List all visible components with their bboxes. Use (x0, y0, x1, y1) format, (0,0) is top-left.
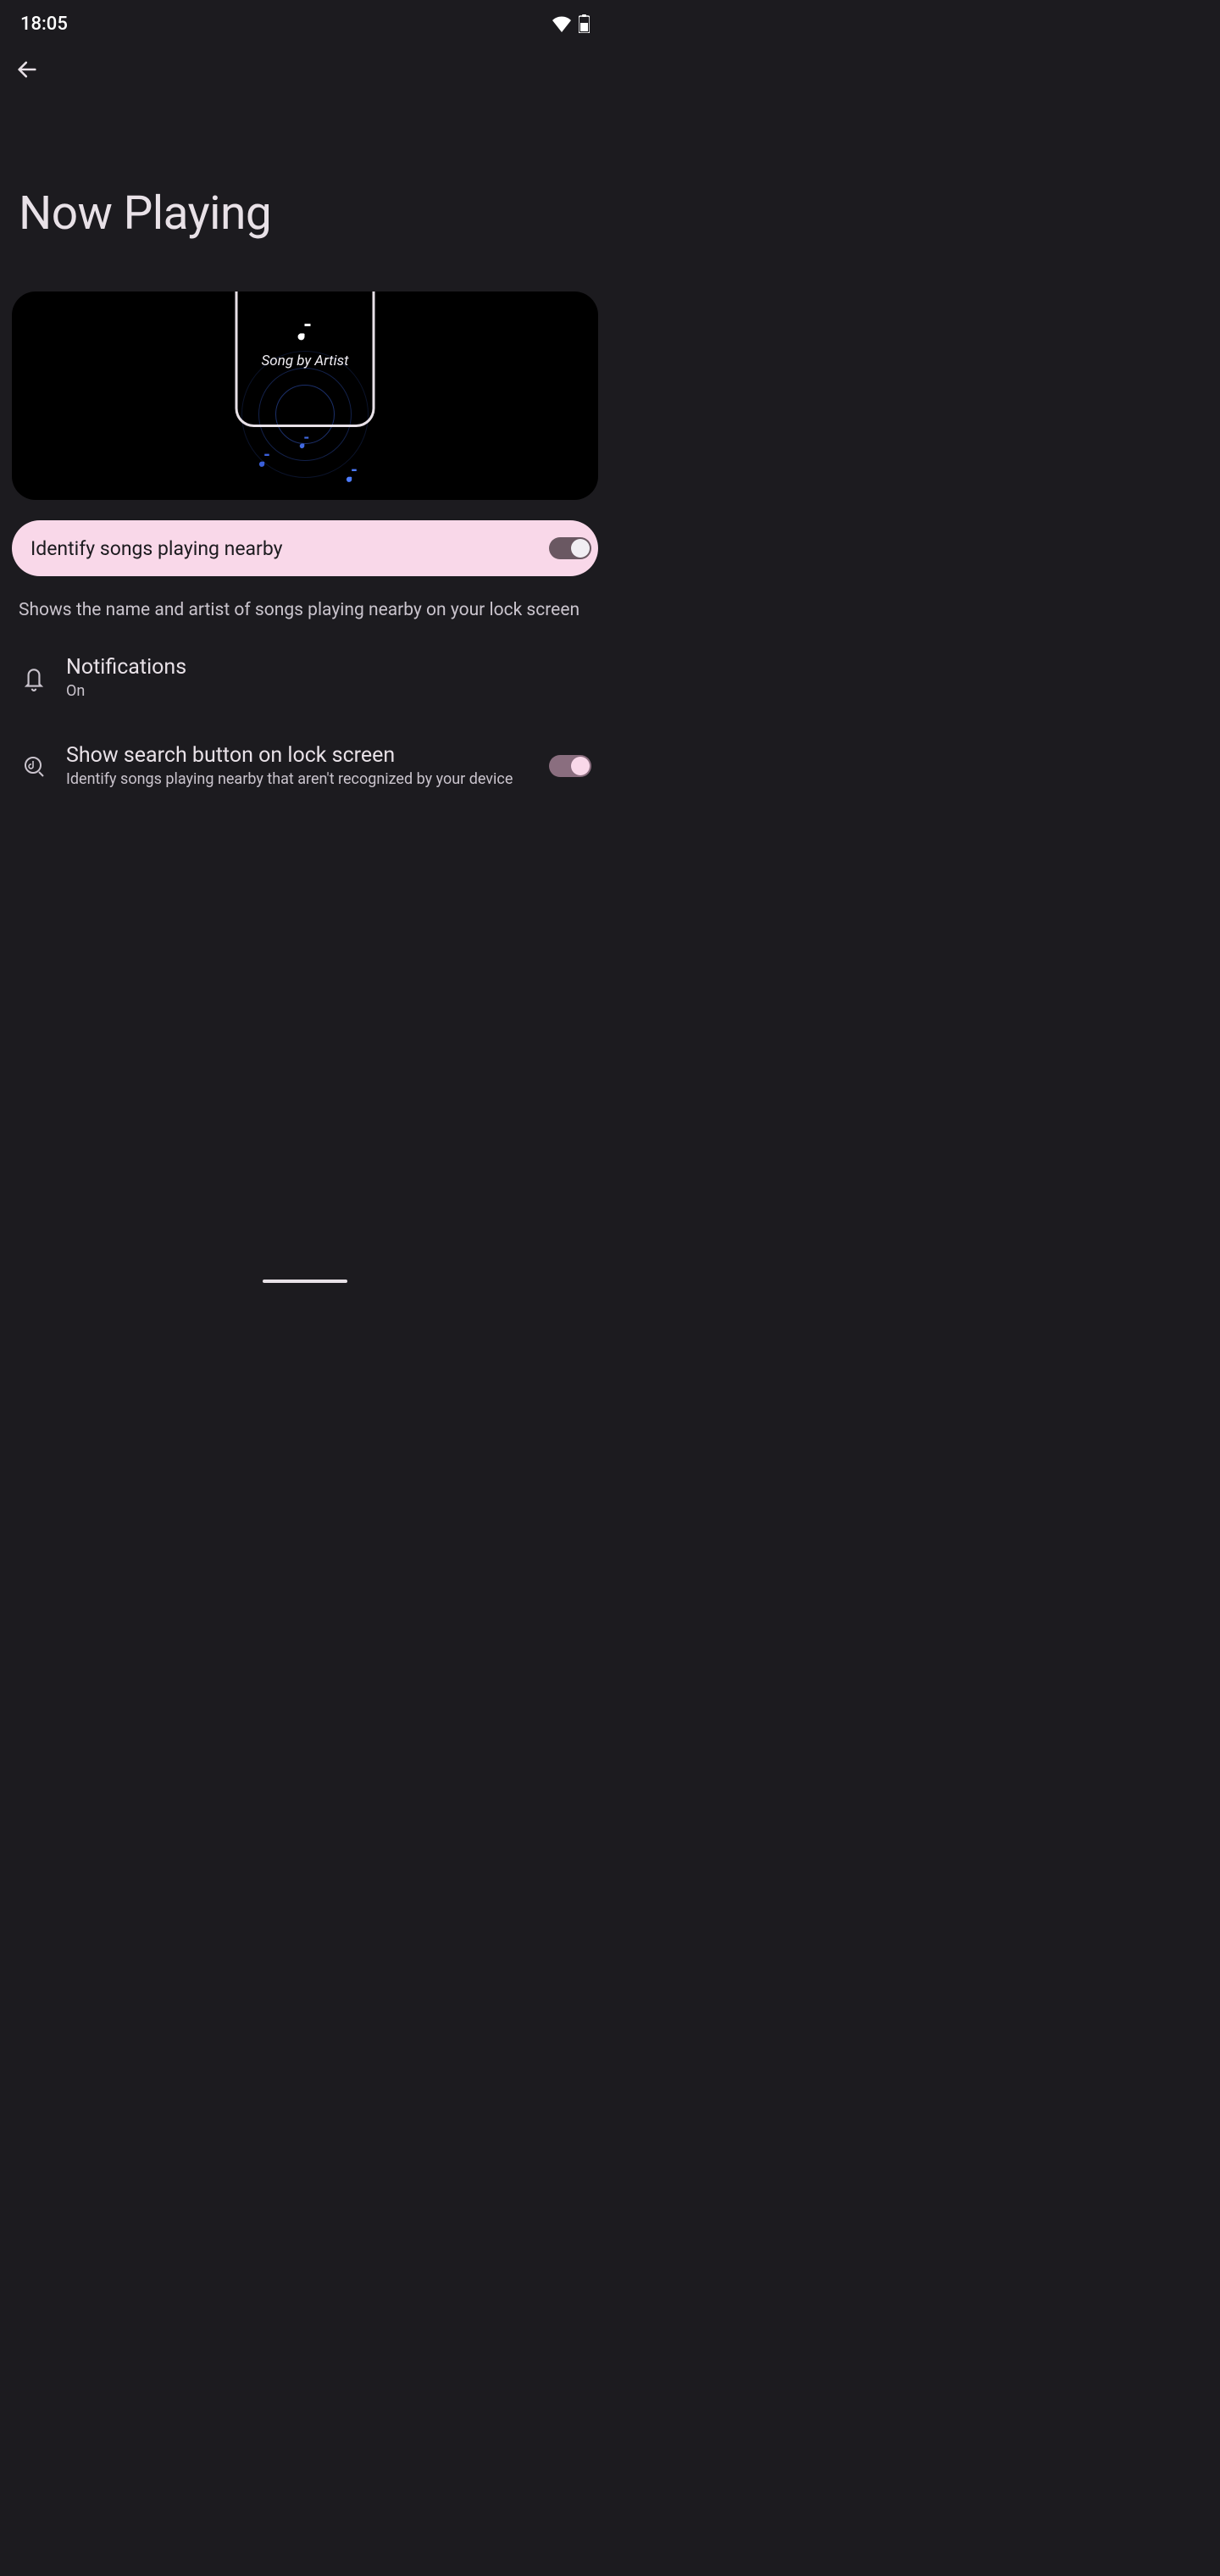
gesture-nav-bar[interactable] (263, 1280, 347, 1283)
show-search-button-title: Show search button on lock screen (66, 743, 532, 768)
show-search-button-switch[interactable] (549, 755, 591, 777)
identify-songs-switch[interactable] (549, 537, 591, 559)
music-note-icon (299, 436, 311, 453)
phone-outline: Song by Artist (236, 291, 375, 427)
status-bar: 18:05 (0, 0, 610, 41)
music-search-icon (19, 754, 49, 778)
bell-icon (19, 666, 49, 691)
show-search-button-subtitle: Identify songs playing nearby that aren'… (66, 769, 532, 790)
identify-songs-toggle-row[interactable]: Identify songs playing nearby (12, 520, 598, 576)
status-indicators (552, 14, 590, 33)
music-note-icon (258, 452, 272, 472)
wifi-icon (552, 15, 572, 32)
status-time: 18:05 (20, 14, 68, 35)
notifications-row[interactable]: Notifications On (0, 640, 610, 717)
notifications-title: Notifications (66, 655, 591, 680)
back-icon[interactable] (15, 69, 39, 85)
show-search-button-row[interactable]: Show search button on lock screen Identi… (0, 728, 610, 805)
identify-songs-label: Identify songs playing nearby (30, 537, 283, 560)
page-title: Now Playing (0, 93, 610, 291)
battery-icon (579, 14, 590, 33)
notifications-subtitle: On (66, 681, 591, 702)
music-note-icon (297, 322, 313, 346)
music-note-icon (346, 468, 359, 487)
identify-songs-description: Shows the name and artist of songs playi… (0, 576, 610, 623)
illustration-song-label: Song by Artist (262, 353, 349, 369)
now-playing-illustration: Song by Artist (12, 291, 598, 500)
